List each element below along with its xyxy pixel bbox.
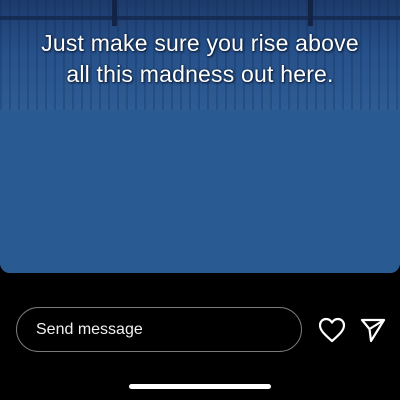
media-lower-area [0,110,400,273]
media-rail [0,16,400,20]
reply-bar [0,300,400,360]
story-caption: Just make sure you rise above all this m… [0,28,400,90]
media-post-left [112,0,117,26]
caption-line-2: all this madness out here. [66,61,334,87]
story-media[interactable]: Just make sure you rise above all this m… [0,0,400,273]
like-button[interactable] [318,317,346,343]
send-message-input[interactable] [16,307,302,352]
send-button[interactable] [359,316,387,344]
media-post-right [308,0,313,26]
heart-icon [318,317,346,343]
home-indicator[interactable] [129,384,271,389]
paper-plane-icon [360,318,386,343]
caption-line-1: Just make sure you rise above [41,30,359,56]
story-screen: Just make sure you rise above all this m… [0,0,400,400]
